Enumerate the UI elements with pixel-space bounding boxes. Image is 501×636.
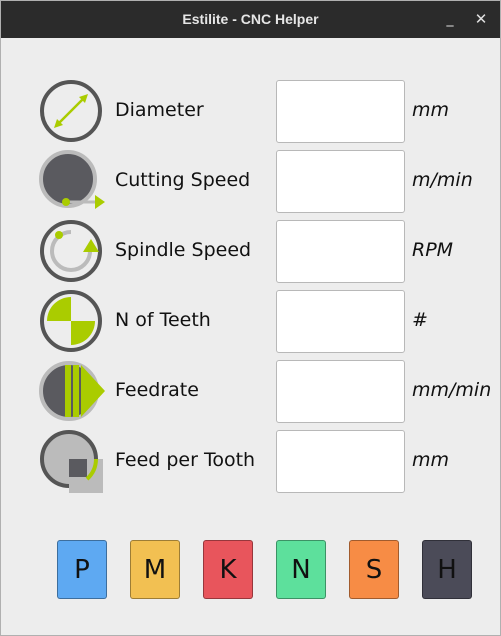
close-button[interactable]: ✕ bbox=[469, 7, 493, 31]
minimize-button[interactable]: _ bbox=[438, 7, 462, 31]
row-label: Diameter bbox=[115, 99, 204, 121]
row-unit: m/min bbox=[412, 169, 473, 191]
teeth-icon bbox=[40, 290, 102, 352]
feed-per-tooth-input[interactable] bbox=[276, 430, 405, 493]
material-p-button[interactable]: P bbox=[57, 540, 107, 599]
row-label: N of Teeth bbox=[115, 309, 211, 331]
title-bar[interactable]: Estilite - CNC Helper _ ✕ bbox=[1, 1, 500, 38]
material-k-button[interactable]: K bbox=[203, 540, 253, 599]
row-unit: RPM bbox=[412, 239, 454, 261]
diameter-icon bbox=[40, 80, 102, 142]
material-s-button[interactable]: S bbox=[349, 540, 399, 599]
n-of-teeth-input[interactable] bbox=[276, 290, 405, 353]
app-window: Estilite - CNC Helper _ ✕ Diameter mm Cu… bbox=[0, 0, 501, 636]
row-label: Cutting Speed bbox=[115, 169, 251, 191]
row-label: Feed per Tooth bbox=[115, 449, 256, 471]
window-title: Estilite - CNC Helper bbox=[182, 11, 319, 27]
row-label: Spindle Speed bbox=[115, 239, 252, 261]
row-unit: mm/min bbox=[412, 379, 492, 401]
feedrate-icon bbox=[39, 361, 105, 421]
spindle-speed-input[interactable] bbox=[276, 220, 405, 283]
cutting-speed-input[interactable] bbox=[276, 150, 405, 213]
spindle-speed-icon bbox=[40, 220, 102, 282]
row-unit: # bbox=[412, 309, 428, 331]
material-m-button[interactable]: M bbox=[130, 540, 180, 599]
row-unit: mm bbox=[412, 99, 450, 121]
material-n-button[interactable]: N bbox=[276, 540, 326, 599]
feed-per-tooth-icon bbox=[40, 430, 103, 493]
material-h-button[interactable]: H bbox=[422, 540, 472, 599]
row-label: Feedrate bbox=[115, 379, 199, 401]
row-unit: mm bbox=[412, 449, 450, 471]
diameter-input[interactable] bbox=[276, 80, 405, 143]
cutting-speed-icon bbox=[39, 150, 105, 209]
feedrate-input[interactable] bbox=[276, 360, 405, 423]
